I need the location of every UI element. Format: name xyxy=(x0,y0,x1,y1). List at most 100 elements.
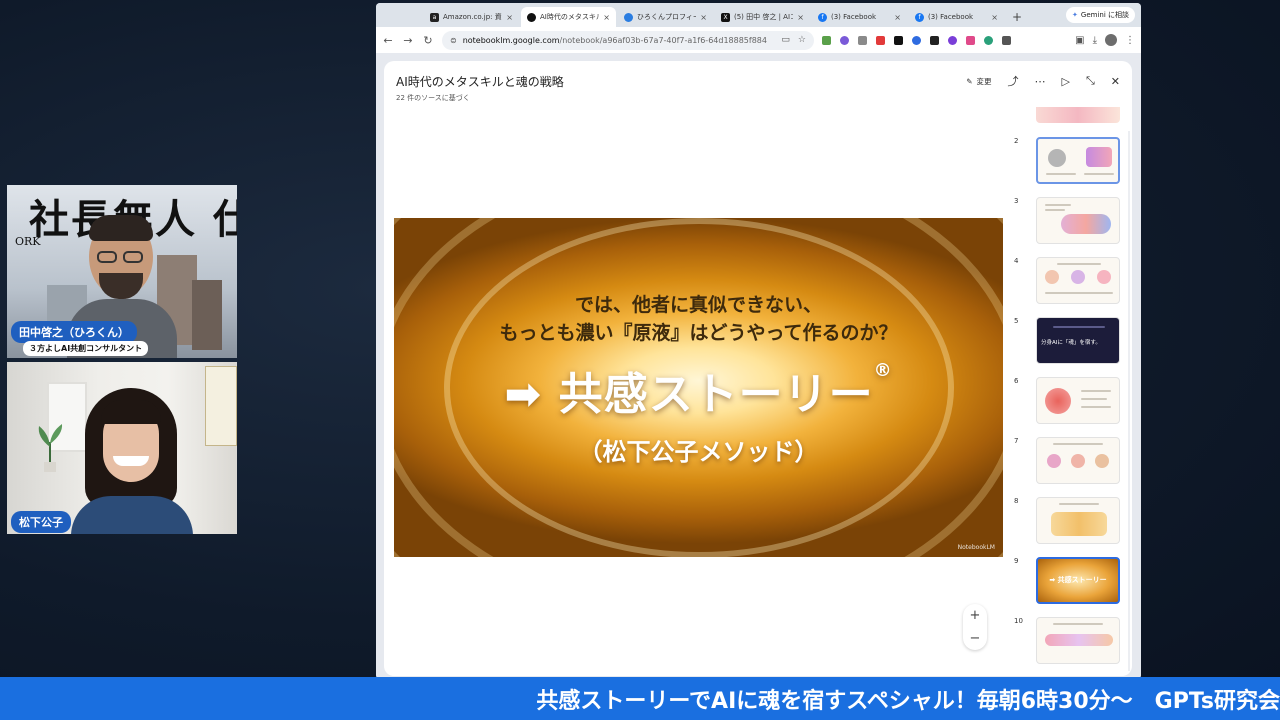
slide-watermark: NotebookLM xyxy=(957,544,995,551)
new-tab-button[interactable]: + xyxy=(1006,7,1028,27)
background-building xyxy=(192,280,222,350)
slide-thumbnail[interactable]: 10 xyxy=(1014,617,1122,667)
play-icon[interactable]: ▷ xyxy=(1062,75,1070,88)
tab-notebooklm[interactable]: AI時代のメタスキル × xyxy=(521,7,616,27)
source-count: 22 件のソースに基づく xyxy=(396,94,470,102)
slide-thumbnail-partial[interactable] xyxy=(1036,107,1120,123)
bottom-ticker: 共感ストーリーでAIに魂を宿すスペシャル！毎朝6時30分〜 GPTs研究会 xyxy=(0,677,1280,720)
slide-thumbnail[interactable]: 6 xyxy=(1014,377,1122,427)
tab-label: (3) Facebook xyxy=(831,13,877,21)
participant-name: 松下公子 xyxy=(11,511,71,533)
slide-thumbnail[interactable]: 8 xyxy=(1014,497,1122,547)
slide-question-line-2: もっとも濃い『原液』はどうやって作るのか？ xyxy=(499,322,898,344)
extension-icon[interactable] xyxy=(912,35,921,45)
thumbnail-number: 4 xyxy=(1014,257,1019,265)
facebook-icon: f xyxy=(818,12,827,22)
slide-subtitle: （松下公子メソッド） xyxy=(578,438,819,466)
thumbnail-number: 2 xyxy=(1014,137,1019,145)
thumbnail-number: 10 xyxy=(1014,617,1023,625)
zoom-out-button[interactable]: − xyxy=(970,631,981,646)
extension-icon[interactable] xyxy=(984,35,993,45)
slide-question-line-1: では、他者に真似できない、 xyxy=(574,294,822,316)
forward-icon[interactable]: → xyxy=(402,34,414,47)
video-background-lettering: ORK xyxy=(15,235,41,248)
slide-viewer-panel: AI時代のメタスキルと魂の戦略 22 件のソースに基づく ✎ 変更 ⤴ ⋯ ▷ … xyxy=(384,61,1132,676)
slide-thumbnail[interactable]: 5 分身AIに「魂」を宿す。 xyxy=(1014,317,1122,367)
plant-icon xyxy=(38,424,63,472)
avatar[interactable] xyxy=(1105,34,1117,46)
close-icon[interactable]: × xyxy=(991,13,998,22)
slide-thumbnail[interactable]: 2 xyxy=(1014,137,1122,187)
url-path: /notebook/a96af03b-67a7-40f7-a1f6-64d188… xyxy=(559,35,767,45)
arrow-right-icon: ➡ xyxy=(504,369,543,420)
page-content: AI時代のメタスキルと魂の戦略 22 件のソースに基づく ✎ 変更 ⤴ ⋯ ▷ … xyxy=(376,53,1141,679)
tab-label: (3) Facebook xyxy=(928,13,974,21)
zoom-in-button[interactable]: + xyxy=(970,608,981,623)
extension-icon[interactable] xyxy=(966,35,975,45)
extension-icon[interactable] xyxy=(822,35,831,45)
side-panel-icon[interactable]: ▣ xyxy=(1075,35,1084,46)
thumbnail-image xyxy=(1036,437,1120,484)
extension-icon[interactable] xyxy=(840,35,849,45)
edit-button[interactable]: ✎ 変更 xyxy=(966,76,991,87)
close-icon[interactable]: × xyxy=(700,13,707,22)
tab-amazon[interactable]: a Amazon.co.jp: 資三 × xyxy=(424,7,519,27)
close-icon[interactable]: × xyxy=(506,13,513,22)
extension-icon[interactable] xyxy=(858,35,867,45)
tab-facebook[interactable]: f (3) Facebook × xyxy=(812,7,907,27)
reload-icon[interactable]: ↻ xyxy=(422,34,434,47)
background-book xyxy=(205,366,237,446)
notebooklm-icon xyxy=(527,12,536,22)
thumbnail-number: 7 xyxy=(1014,437,1019,445)
more-icon[interactable]: ⋯ xyxy=(1035,75,1046,88)
close-icon[interactable]: × xyxy=(603,13,610,22)
slide-main-text: 共感ストーリー xyxy=(558,369,874,420)
tab-label: AI時代のメタスキル xyxy=(540,13,600,21)
x-icon: X xyxy=(721,12,730,22)
browser-toolbar: ← → ↻ ⊜ notebooklm.google.com/notebook/a… xyxy=(376,27,1141,53)
toolbar-right: ▣ ⤓ ⋮ xyxy=(1075,34,1135,46)
collapse-icon[interactable]: ⤡ xyxy=(1086,74,1095,88)
gemini-button-label: Gemini に相談 xyxy=(1080,11,1129,19)
thumbnail-image xyxy=(1036,377,1120,424)
extension-icon[interactable] xyxy=(876,35,885,45)
zoom-control: + − xyxy=(963,604,987,650)
close-icon[interactable]: × xyxy=(797,13,804,22)
thumbnail-image xyxy=(1036,617,1120,664)
tab-facebook[interactable]: f (3) Facebook × xyxy=(909,7,1004,27)
slide-thumbnail[interactable]: 7 xyxy=(1014,437,1122,487)
bookmark-star-icon[interactable]: ☆ xyxy=(798,35,806,45)
tab-label: Amazon.co.jp: 資三 xyxy=(443,13,503,21)
registered-mark: ® xyxy=(873,360,893,381)
slide-thumbnail[interactable]: 3 xyxy=(1014,197,1122,247)
extension-icon[interactable] xyxy=(894,35,903,45)
thumbnail-number: 5 xyxy=(1014,317,1019,325)
thumbnail-image xyxy=(1036,257,1120,304)
tab-label: (5) 田中 啓之 | AIコ xyxy=(734,13,794,21)
cast-icon[interactable]: ▭ xyxy=(781,35,790,45)
thumbnail-image xyxy=(1036,197,1120,244)
tab-profile[interactable]: ひろくんプロフィー × xyxy=(618,7,713,27)
tab-x[interactable]: X (5) 田中 啓之 | AIコ × xyxy=(715,7,810,27)
gemini-icon: ✦ xyxy=(1072,11,1078,19)
download-icon[interactable]: ⤓ xyxy=(1093,35,1097,46)
address-bar[interactable]: ⊜ notebooklm.google.com/notebook/a96af03… xyxy=(442,30,814,50)
globe-icon xyxy=(624,12,633,22)
slide-main-heading: ➡ 共感ストーリー® xyxy=(394,358,1003,422)
tab-label: ひろくんプロフィー xyxy=(637,13,697,21)
close-icon[interactable]: × xyxy=(894,13,901,22)
amazon-icon: a xyxy=(430,12,439,22)
menu-kebab-icon[interactable]: ⋮ xyxy=(1125,35,1135,46)
extensions-row xyxy=(822,35,1011,45)
back-icon[interactable]: ← xyxy=(382,34,394,47)
close-icon[interactable]: ✕ xyxy=(1111,75,1120,88)
extension-icon[interactable] xyxy=(930,35,939,45)
extension-icon[interactable] xyxy=(948,35,957,45)
slide-thumbnail[interactable]: 4 xyxy=(1014,257,1122,307)
slide-thumbnail-selected[interactable]: 9 ➡ 共感ストーリー xyxy=(1014,557,1122,607)
gemini-button[interactable]: ✦ Gemini に相談 xyxy=(1066,7,1135,23)
thumbnail-scrollbar[interactable] xyxy=(1128,131,1130,671)
share-icon[interactable]: ⤴ xyxy=(1008,73,1019,89)
site-info-icon[interactable]: ⊜ xyxy=(450,36,457,45)
puzzle-icon[interactable] xyxy=(1002,35,1011,45)
